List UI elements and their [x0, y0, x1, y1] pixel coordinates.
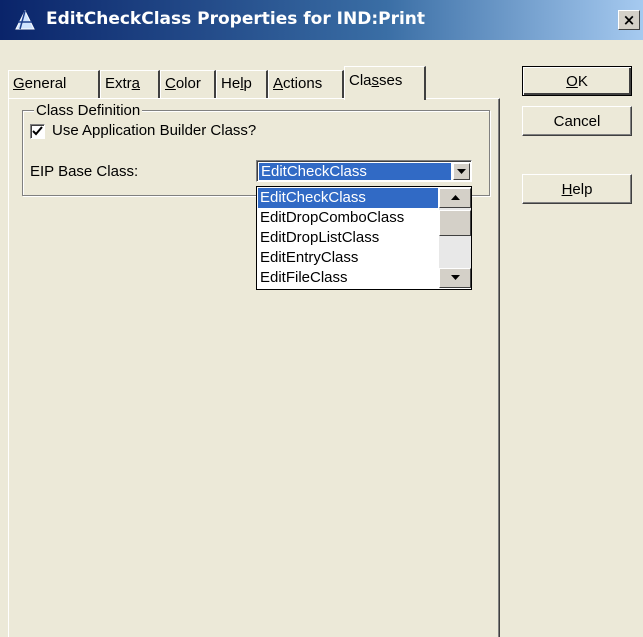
scroll-thumb[interactable] [439, 210, 471, 236]
tab-actions-label: ctions [283, 75, 323, 92]
eip-base-class-dropdown[interactable]: EditCheckClass EditDropComboClass EditDr… [256, 186, 472, 290]
checkmark-icon [32, 126, 43, 136]
tab-general-label: eneral [24, 75, 67, 92]
tab-actions[interactable]: Actions [268, 70, 344, 98]
title-bar[interactable]: EditCheckClass Properties for IND:Print … [0, 0, 643, 40]
scroll-down-button[interactable] [439, 268, 471, 288]
help-button[interactable]: Help [522, 174, 632, 204]
ok-label: K [577, 72, 588, 90]
tab-actions-mnemonic: A [273, 75, 284, 92]
ok-mnemonic: O [566, 72, 578, 90]
cancel-label: Cancel [553, 112, 601, 130]
list-item[interactable]: EditFileClass [258, 268, 438, 288]
tab-color-mnemonic: C [165, 75, 176, 92]
tab-classes[interactable]: Classes [344, 66, 426, 100]
tab-extra[interactable]: Extra [100, 70, 160, 98]
app-builder-icon [15, 9, 35, 30]
window-title: EditCheckClass Properties for IND:Print [46, 9, 426, 29]
arrow-up-icon [450, 195, 460, 200]
list-item[interactable]: EditDropComboClass [258, 208, 438, 228]
dialog-body: General Extra Color Help Actions Classes… [0, 40, 643, 637]
tab-color[interactable]: Color [160, 70, 216, 98]
tab-help-label-rest: p [243, 75, 252, 92]
help-mnemonic: H [561, 180, 573, 198]
arrow-down-icon [450, 275, 460, 280]
use-app-builder-label[interactable]: Use Application Builder Class? [52, 122, 256, 139]
tab-general-mnemonic: G [13, 75, 25, 92]
help-label: elp [572, 180, 593, 198]
eip-base-class-combo[interactable]: EditCheckClass [256, 160, 472, 182]
tab-classes-label-rest: ses [379, 72, 403, 89]
class-definition-label: Class Definition [34, 102, 143, 119]
eip-base-class-value: EditCheckClass [259, 163, 451, 180]
tab-color-label: olor [175, 75, 201, 92]
list-item[interactable]: EditDropListClass [258, 228, 438, 248]
tab-help-label-pre: He [221, 75, 241, 92]
chevron-down-icon [457, 168, 466, 174]
list-item[interactable]: EditEntryClass [258, 248, 438, 268]
tab-help[interactable]: Help [216, 70, 268, 98]
tab-classes-mnemonic: s [371, 72, 380, 89]
tab-classes-label-pre: Cla [349, 72, 372, 89]
ok-button[interactable]: OK [522, 66, 632, 96]
scroll-up-button[interactable] [439, 188, 471, 208]
combo-dropdown-button[interactable] [453, 163, 470, 180]
use-app-builder-checkbox[interactable] [30, 124, 45, 139]
eip-base-class-label: EIP Base Class: [30, 163, 139, 180]
list-item[interactable]: EditCheckClass [258, 188, 438, 208]
tab-extra-mnemonic: a [131, 75, 141, 92]
dropdown-scrollbar[interactable] [439, 188, 471, 288]
close-button[interactable]: × [618, 10, 640, 30]
tab-extra-label: Extr [105, 75, 132, 92]
close-icon: × [622, 10, 636, 29]
cancel-button[interactable]: Cancel [522, 106, 632, 136]
tab-general[interactable]: General [8, 70, 100, 98]
